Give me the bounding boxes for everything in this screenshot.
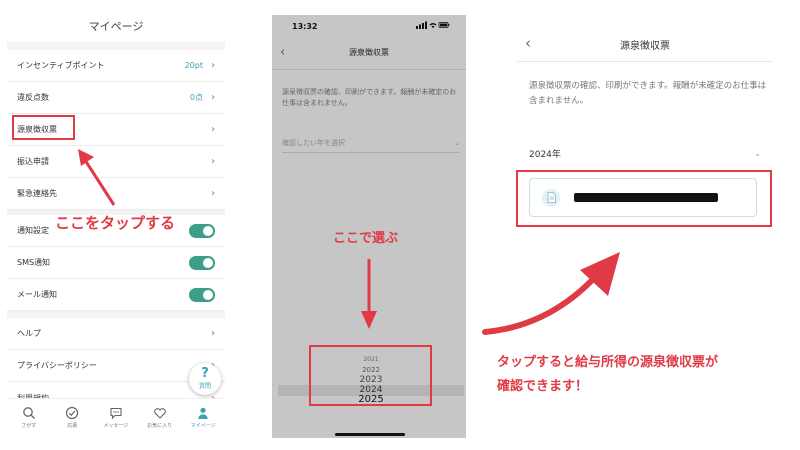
annotation-text: ここをタップする — [55, 214, 176, 232]
menu-item-value: 20pt — [184, 61, 203, 70]
email-toggle[interactable] — [189, 287, 215, 302]
chevron-right-icon: › — [211, 188, 215, 199]
setting-sms: SMS通知 — [7, 247, 225, 279]
back-chevron-icon[interactable]: ‹ — [525, 34, 531, 52]
menu-item-value: 0点 — [189, 93, 203, 102]
tab-label: 応募 — [67, 423, 78, 429]
annotation-arrow — [482, 252, 620, 335]
annotation-line: 確認できます！ — [497, 379, 589, 394]
home-indicator — [335, 433, 405, 436]
chevron-right-icon: › — [211, 92, 215, 103]
page-title: 源泉徴収票 — [349, 48, 389, 57]
description-text: 源泉徴収票の確認、印刷ができます。報酬が未確定のお仕事は含まれません。 — [529, 81, 767, 106]
nav-bar: ‹ 源泉徴収票 — [272, 45, 466, 67]
tab-label: さがす — [21, 423, 37, 429]
tab-favorites[interactable]: お気に入り — [138, 399, 182, 436]
menu-item-label: 違反点数 — [17, 93, 49, 102]
year-select-value: 2024年 — [529, 149, 561, 160]
link-label: プライバシーポリシー — [17, 361, 97, 370]
status-bar: 13:32 — [272, 15, 466, 37]
menu-item-label: インセンティブポイント — [17, 61, 105, 70]
check-circle-icon — [66, 406, 79, 420]
tab-mypage[interactable]: マイページ — [181, 399, 225, 436]
person-icon — [198, 407, 208, 419]
annotation-line: タップすると給与所得の源泉徴収票が — [497, 355, 719, 370]
annotation-text: タップすると給与所得の源泉徴収票が 確認できます！ — [497, 351, 718, 399]
setting-label: メール通知 — [17, 290, 57, 299]
divider — [7, 42, 225, 50]
tab-label: マイページ — [190, 423, 216, 429]
setting-email: メール通知 — [7, 279, 225, 311]
chevron-right-icon: › — [211, 124, 215, 135]
page-title: 源泉徴収票 — [620, 41, 670, 52]
tab-messages[interactable]: メッセージ — [94, 399, 138, 436]
chevron-down-icon: ⌄ — [454, 138, 460, 147]
tab-search[interactable]: さがす — [7, 399, 51, 436]
chevron-down-icon: ⌄ — [754, 148, 761, 158]
help-label: 質問 — [198, 383, 211, 390]
menu-item-violation-points[interactable]: 違反点数 0点 › — [7, 82, 225, 114]
menu-item-incentive-points[interactable]: インセンティブポイント 20pt › — [7, 50, 225, 82]
tab-bar: さがす 応募 メッセージ お気に入り マイページ — [7, 398, 225, 436]
help-button[interactable]: ? 質問 — [189, 363, 221, 395]
year-select[interactable]: 確認したい年を選択 ⌄ — [282, 133, 460, 153]
highlight-box — [516, 170, 772, 227]
notifications-toggle[interactable] — [189, 223, 215, 238]
annotation-arrow — [78, 149, 116, 206]
sms-toggle[interactable] — [189, 255, 215, 270]
search-icon — [22, 407, 35, 419]
divider — [517, 61, 773, 62]
chevron-right-icon: › — [211, 60, 215, 71]
signal-wifi-battery-icon — [416, 21, 450, 31]
year-select-placeholder: 確認したい年を選択 — [282, 138, 345, 147]
divider — [272, 69, 466, 70]
status-time: 13:32 — [292, 22, 318, 31]
chevron-right-icon: › — [211, 328, 215, 339]
chat-bubble-icon — [110, 407, 122, 420]
highlight-box — [309, 345, 432, 406]
page-title: マイページ — [88, 20, 144, 33]
tab-applications[interactable]: 応募 — [51, 399, 95, 436]
highlight-box — [12, 115, 75, 140]
year-select[interactable]: 2024年 ⌄ — [529, 143, 761, 163]
tab-label: お気に入り — [147, 423, 173, 429]
tab-label: メッセージ — [103, 423, 129, 429]
year-picker-screen: 13:32 ‹ 源泉徴収票 源泉徴収票の確認、印刷ができます。報酬が未確定のお仕… — [272, 15, 466, 438]
setting-label: SMS通知 — [17, 258, 51, 267]
back-chevron-icon[interactable]: ‹ — [280, 45, 285, 60]
heart-icon — [153, 408, 166, 419]
chevron-right-icon: › — [211, 156, 215, 167]
question-icon: ? — [201, 366, 209, 381]
annotation-text: ここで選ぶ — [333, 231, 399, 246]
link-label: ヘルプ — [17, 329, 41, 338]
link-help[interactable]: ヘルプ › — [7, 318, 225, 350]
annotation-arrow — [361, 259, 377, 329]
description-text: 源泉徴収票の確認、印刷ができます。報酬が未確定のお仕事は含まれません。 — [282, 88, 457, 107]
nav-bar: ‹ 源泉徴収票 — [517, 34, 773, 52]
